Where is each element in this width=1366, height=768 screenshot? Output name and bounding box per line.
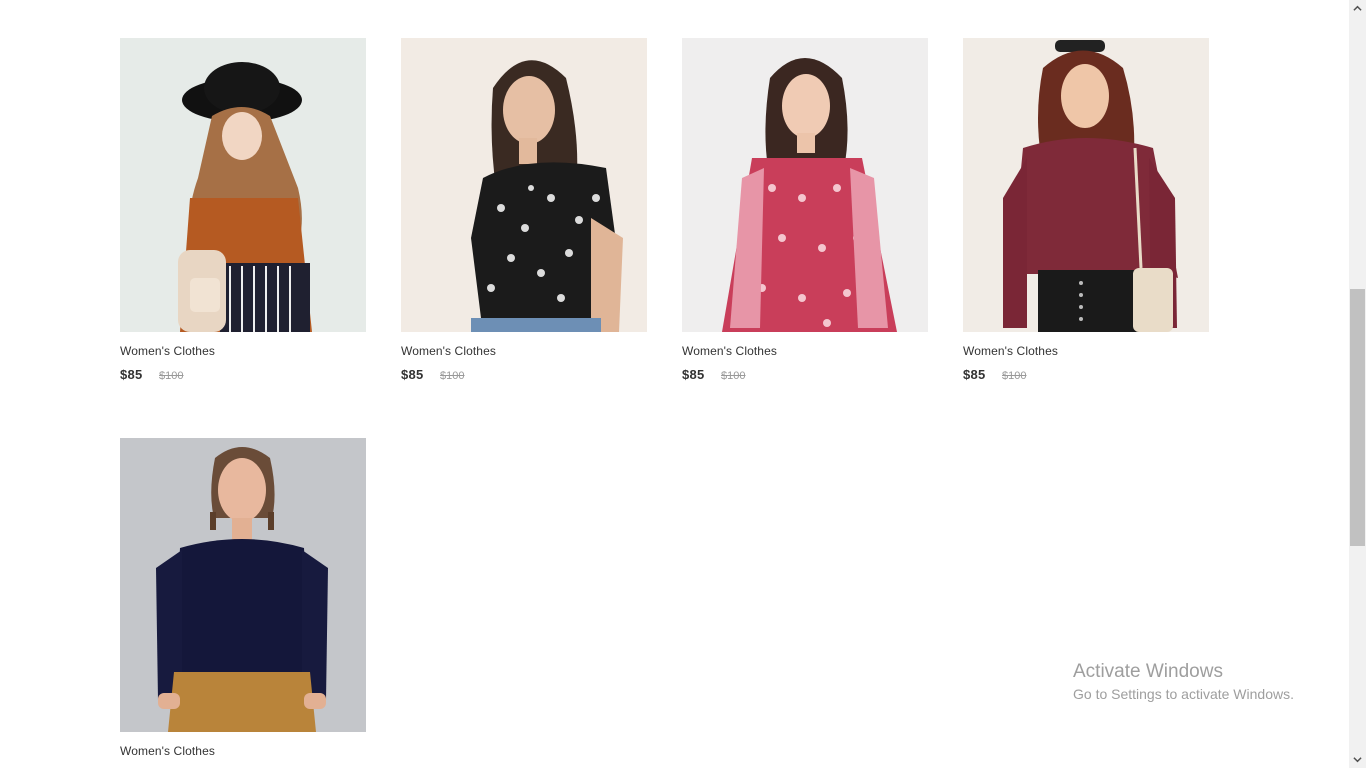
- original-price: $100: [1002, 370, 1027, 382]
- product-name[interactable]: Women's Clothes: [120, 744, 366, 759]
- original-price: $100: [721, 370, 746, 382]
- product-card[interactable]: Women's Clothes $85 $100: [963, 38, 1209, 383]
- current-price: $85: [682, 367, 705, 382]
- product-price: $85 $100: [963, 367, 1209, 383]
- product-name[interactable]: Women's Clothes: [682, 344, 928, 359]
- scrollbar-thumb[interactable]: [1350, 289, 1365, 546]
- current-price: $85: [963, 367, 986, 382]
- product-name[interactable]: Women's Clothes: [120, 344, 366, 359]
- product-card[interactable]: Women's Clothes $85 $100: [120, 38, 366, 383]
- product-photo-hijab-model: [120, 38, 366, 332]
- original-price: $100: [159, 370, 184, 382]
- product-price: $85 $100: [120, 367, 366, 383]
- product-image[interactable]: [120, 438, 366, 732]
- product-photo-burgundy-hoodie-model: [963, 38, 1209, 332]
- original-price: $100: [440, 370, 465, 382]
- scroll-up-button[interactable]: [1349, 0, 1366, 17]
- current-price: $85: [401, 367, 424, 382]
- product-image[interactable]: [682, 38, 928, 332]
- chevron-up-icon: [1353, 5, 1362, 11]
- product-photo-red-floral-dress-model: [682, 38, 928, 332]
- vertical-scrollbar[interactable]: [1349, 0, 1366, 768]
- product-photo-navy-sweater-model: [120, 438, 366, 732]
- product-card[interactable]: Women's Clothes $85 $100: [682, 38, 928, 383]
- product-listing-page: Women's Clothes $85 $100 Women's Clothes…: [0, 0, 1349, 768]
- scroll-down-button[interactable]: [1349, 751, 1366, 768]
- product-name[interactable]: Women's Clothes: [401, 344, 647, 359]
- product-photo-floral-blouse-model: [401, 38, 647, 332]
- product-name[interactable]: Women's Clothes: [963, 344, 1209, 359]
- product-price: $85 $100: [401, 367, 647, 383]
- current-price: $85: [120, 367, 143, 382]
- product-card[interactable]: Women's Clothes: [120, 438, 366, 759]
- product-image[interactable]: [401, 38, 647, 332]
- product-image[interactable]: [963, 38, 1209, 332]
- product-price: $85 $100: [682, 367, 928, 383]
- chevron-down-icon: [1353, 757, 1362, 763]
- product-image[interactable]: [120, 38, 366, 332]
- product-card[interactable]: Women's Clothes $85 $100: [401, 38, 647, 383]
